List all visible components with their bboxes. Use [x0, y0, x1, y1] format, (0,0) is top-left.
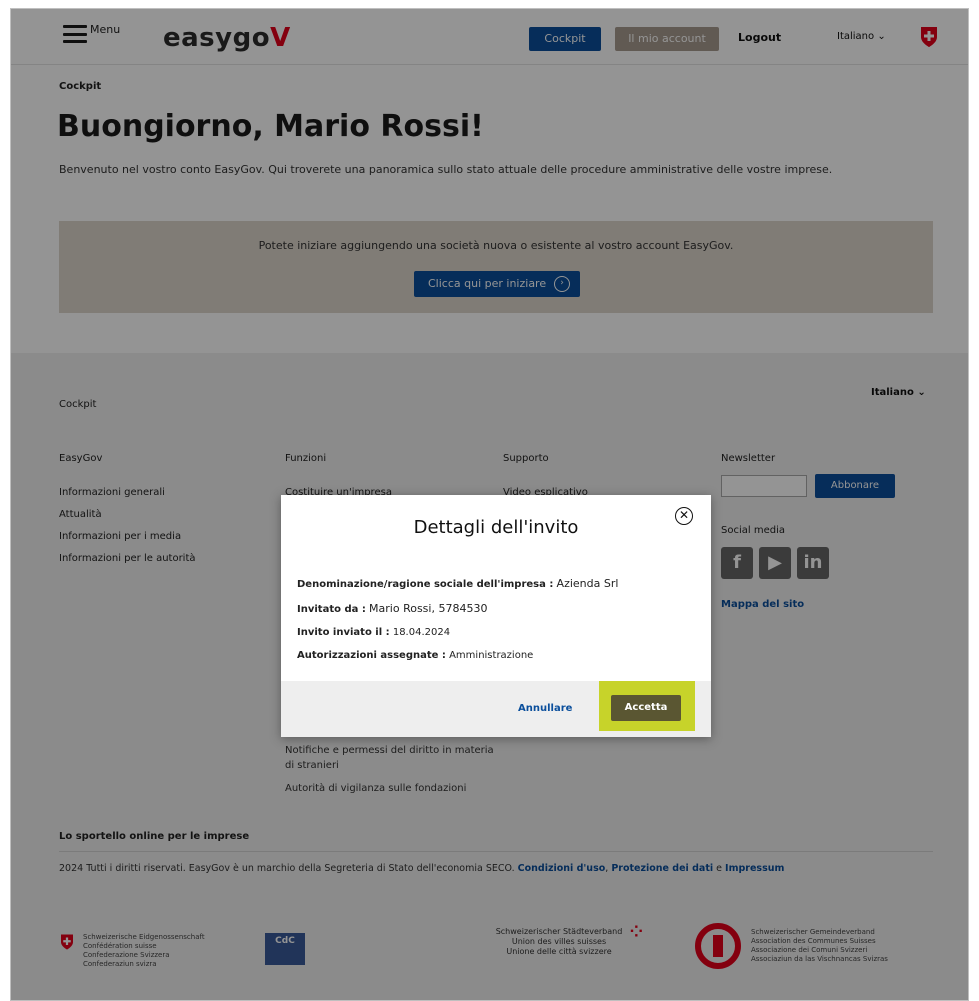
- cancel-button[interactable]: Annullare: [518, 703, 572, 714]
- dialog-body: Denominazione/ragione sociale dell'impre…: [297, 577, 697, 673]
- dialog-footer: Annullare Accetta: [281, 681, 711, 737]
- sent-date-value: 18.04.2024: [392, 627, 451, 638]
- accept-button[interactable]: Accetta: [611, 695, 681, 721]
- sent-date-label: Invito inviato il :: [297, 627, 390, 638]
- authorization-label: Autorizzazioni assegnate :: [297, 650, 446, 661]
- dialog-title: Dettagli dell'invito: [413, 517, 579, 538]
- invited-by-row: Invitato da : Mario Rossi, 5784530: [297, 602, 697, 615]
- close-icon[interactable]: ✕: [675, 507, 693, 525]
- company-row: Denominazione/ragione sociale dell'impre…: [297, 577, 697, 590]
- invitation-dialog: Dettagli dell'invito ✕ Denominazione/rag…: [281, 495, 711, 737]
- authorization-row: Autorizzazioni assegnate : Amministrazio…: [297, 650, 697, 661]
- authorization-value: Amministrazione: [449, 650, 534, 661]
- invited-by-label: Invitato da :: [297, 604, 366, 615]
- company-label: Denominazione/ragione sociale dell'impre…: [297, 579, 554, 590]
- accept-highlight: Accetta: [599, 681, 695, 731]
- browser-frame: Menu easygoV Cockpit Il mio account Logo…: [10, 8, 969, 1001]
- invited-by-value: Mario Rossi, 5784530: [369, 602, 488, 615]
- sent-date-row: Invito inviato il : 18.04.2024: [297, 627, 697, 638]
- company-value: Azienda Srl: [556, 577, 619, 590]
